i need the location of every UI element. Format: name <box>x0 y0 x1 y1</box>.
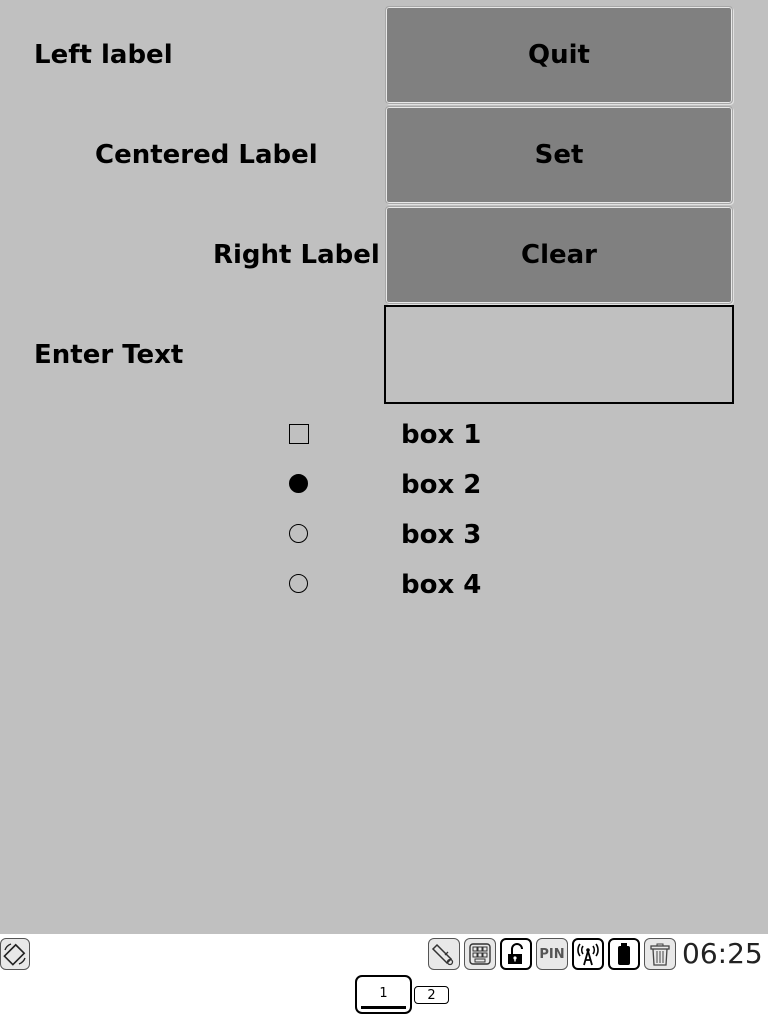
page-tab-2[interactable]: 2 <box>414 986 449 1004</box>
text-entry-input[interactable] <box>386 307 732 402</box>
text-entry-field[interactable] <box>384 305 734 404</box>
right-label: Right Label <box>213 240 380 270</box>
box-3-label: box 3 <box>401 520 482 550</box>
rotate-screen-icon[interactable] <box>0 938 30 970</box>
box-1-checkbox[interactable] <box>289 424 309 444</box>
box-2-label: box 2 <box>401 470 482 500</box>
app-window: Left label Quit Centered Label Set Right… <box>0 0 768 934</box>
box-3-radio[interactable] <box>289 524 308 543</box>
page-tab-1[interactable]: 1 <box>355 975 412 1014</box>
pin-icon[interactable]: PIN <box>536 938 568 970</box>
clear-button[interactable]: Clear <box>385 206 733 304</box>
centered-label: Centered Label <box>95 140 318 170</box>
wireless-icon[interactable] <box>572 938 604 970</box>
box-2-radio[interactable] <box>289 474 308 493</box>
trash-icon[interactable] <box>644 938 676 970</box>
box-4-label: box 4 <box>401 570 482 600</box>
battery-icon <box>608 938 640 970</box>
box-1-label: box 1 <box>401 420 482 450</box>
usb-device-icon[interactable] <box>428 938 460 970</box>
enter-text-label: Enter Text <box>34 340 184 370</box>
page-tab-1-label: 1 <box>379 986 388 1001</box>
clock: 06:25 <box>682 937 763 970</box>
page-tab-2-label: 2 <box>427 987 436 1003</box>
unlock-icon[interactable] <box>500 938 532 970</box>
keyboard-icon[interactable] <box>464 938 496 970</box>
left-label: Left label <box>34 40 173 70</box>
box-4-radio[interactable] <box>289 574 308 593</box>
set-button[interactable]: Set <box>385 106 733 204</box>
pin-text: PIN <box>539 946 565 962</box>
quit-button[interactable]: Quit <box>385 6 733 104</box>
